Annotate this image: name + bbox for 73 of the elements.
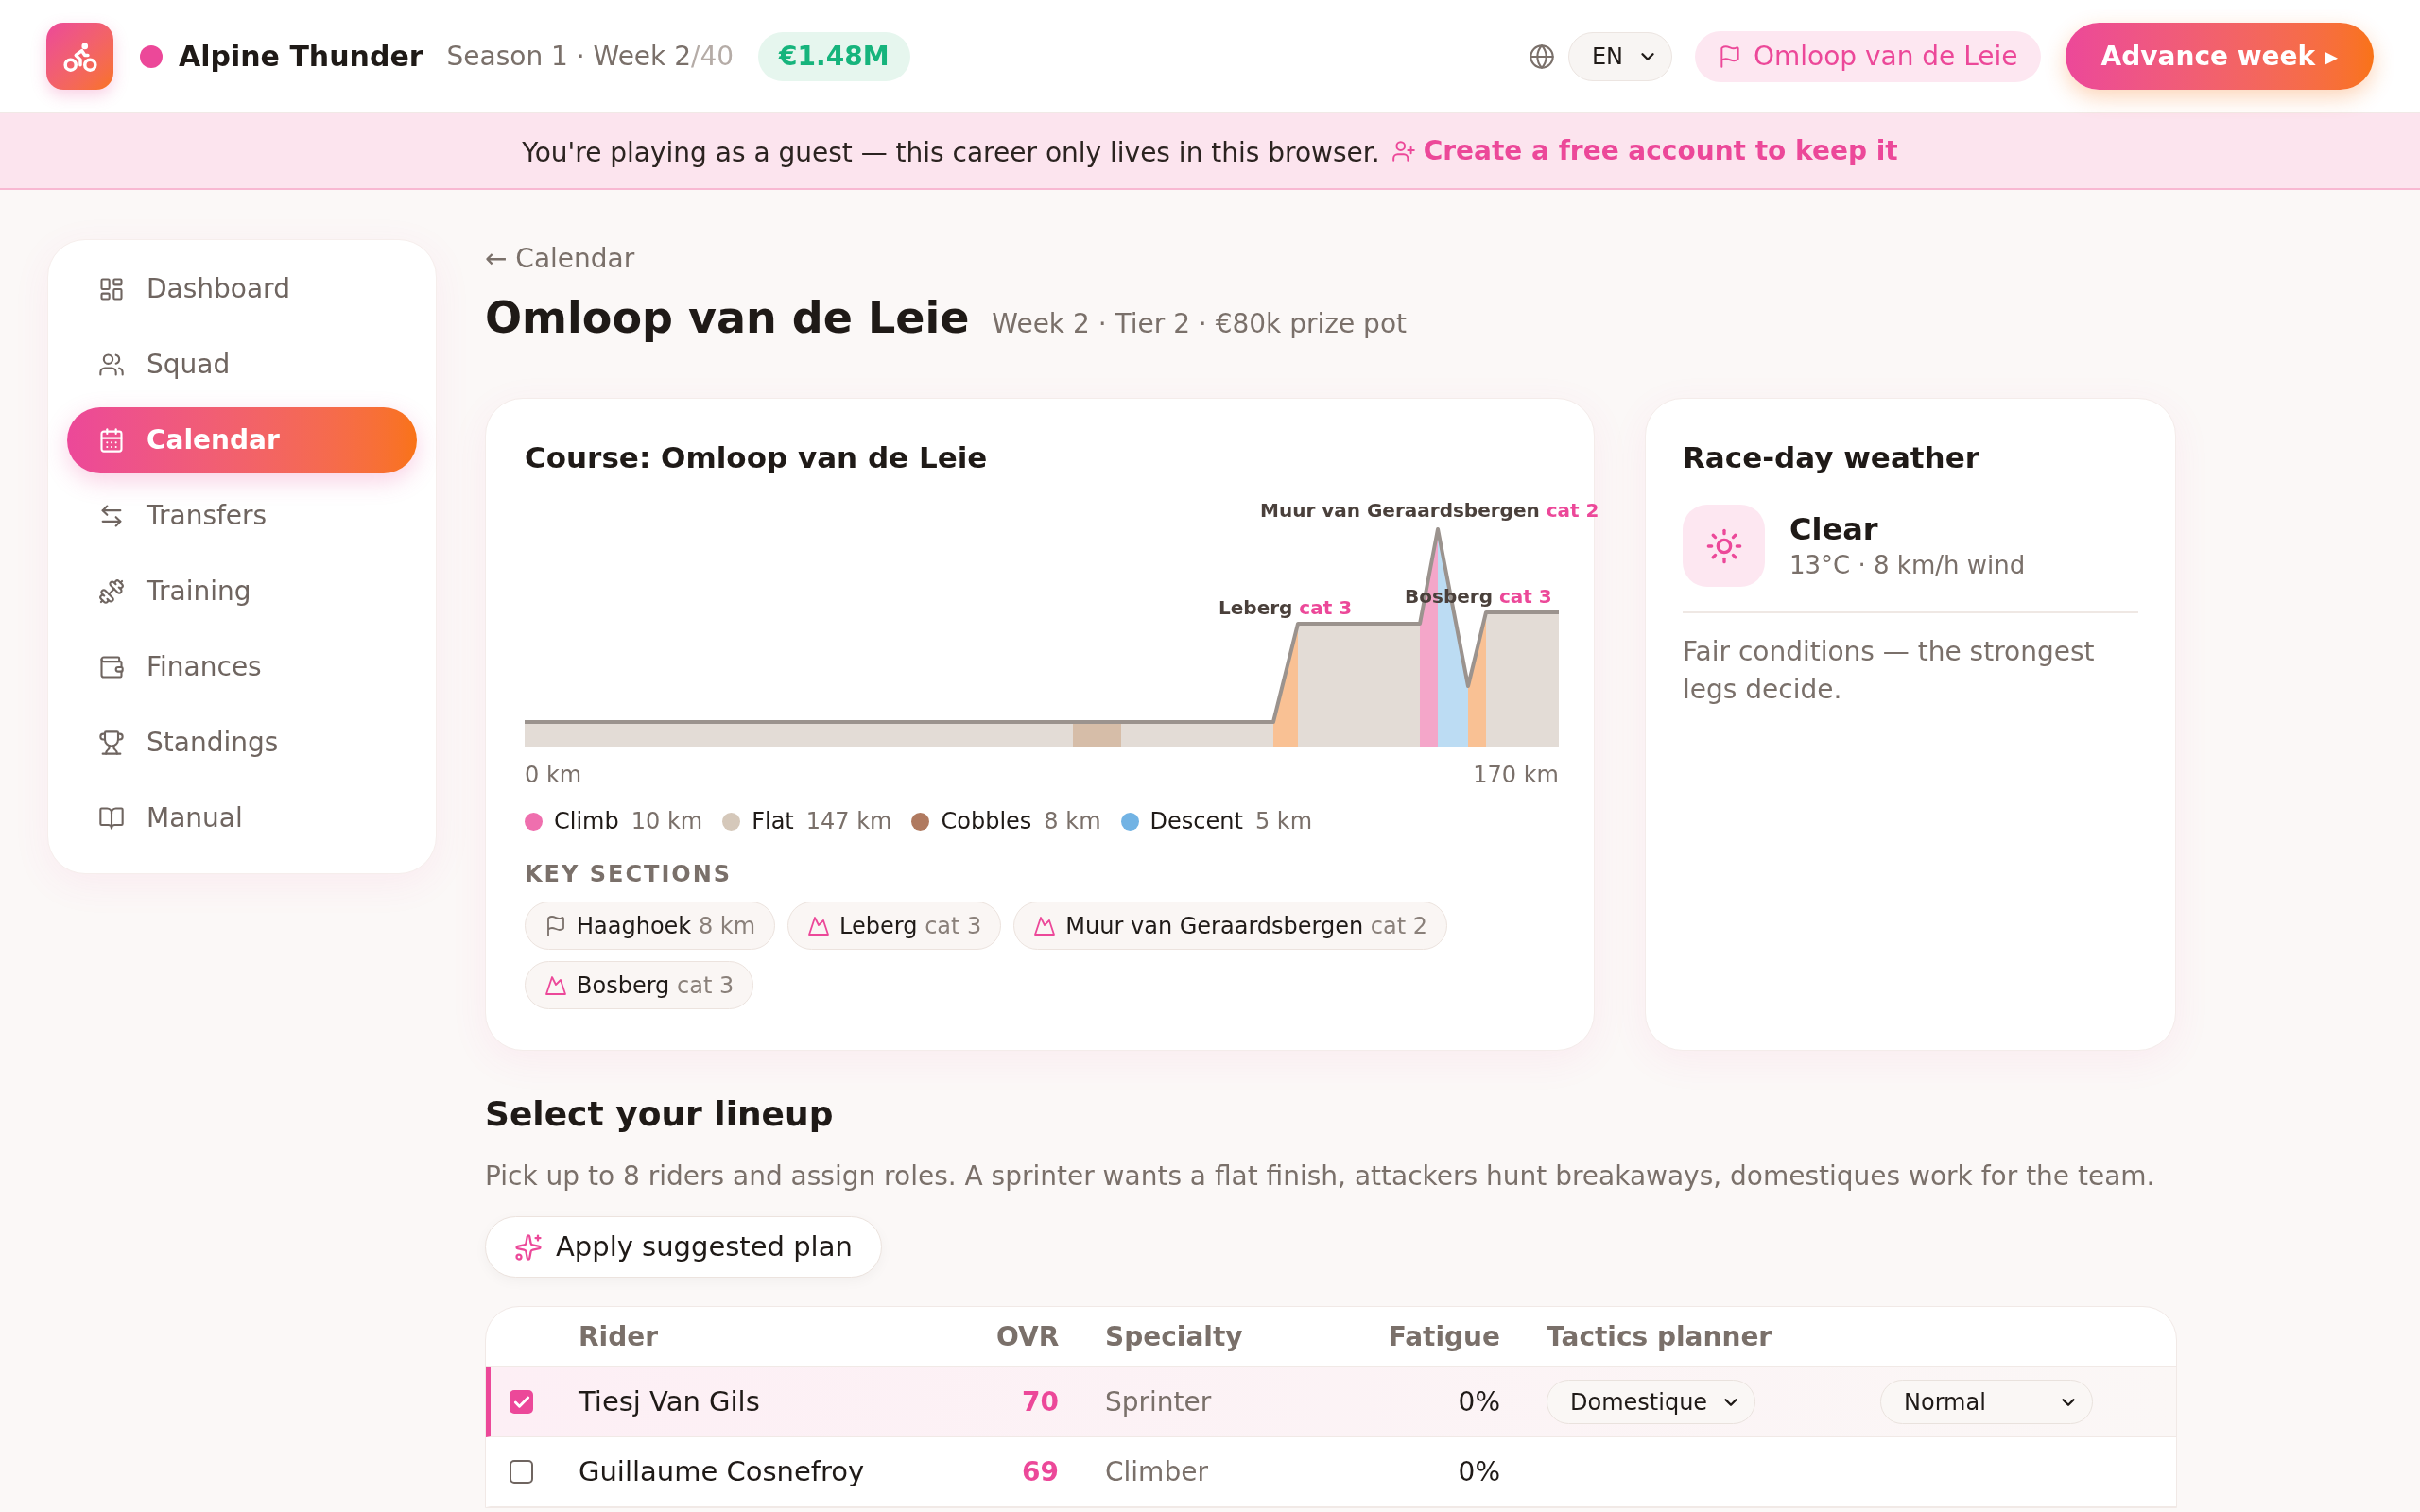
table-cell-text: 0% xyxy=(1457,1454,1500,1489)
mountain-icon xyxy=(807,914,831,937)
bike-logo-icon xyxy=(46,23,113,90)
card-title: Race-day weather xyxy=(1683,439,1980,476)
race-meta: Week 2 · Tier 2 · €80k prize pot xyxy=(992,307,1407,341)
mountain-icon xyxy=(544,973,567,997)
sidebar-item[interactable]: Squad xyxy=(67,332,417,398)
table-cell-text: Sprinter xyxy=(1104,1384,1213,1419)
race-button[interactable]: Omloop van de Leie xyxy=(1694,30,2041,82)
sidebar-item[interactable]: Calendar xyxy=(67,407,417,473)
section-title: Select your lineup xyxy=(485,1093,835,1135)
table-cell-text: Climber xyxy=(1104,1454,1209,1489)
sidebar-item[interactable]: Training xyxy=(67,558,417,625)
language-select[interactable]: EN xyxy=(1567,31,1672,81)
role-select[interactable]: Domestique xyxy=(1547,1380,1755,1424)
dashboard-icon xyxy=(98,276,125,302)
table-cell-text: 69 xyxy=(1021,1454,1059,1489)
legend-label: Flat 147 km xyxy=(752,807,892,836)
section-heading: KEY SECTIONS xyxy=(525,860,734,888)
sparkles-icon xyxy=(514,1232,543,1262)
legend-label: Cobbles 8 km xyxy=(941,807,1101,836)
section-label: Haaghoek 8 km xyxy=(577,911,756,941)
wallet-icon xyxy=(98,654,125,680)
calendar-icon xyxy=(98,427,125,454)
column-header: Fatigue xyxy=(1387,1319,1500,1354)
users-icon xyxy=(98,352,125,378)
weather-details: 13°C · 8 km/h wind xyxy=(1789,549,2026,581)
team-name: Alpine Thunder xyxy=(179,39,424,75)
user-plus-icon xyxy=(1391,138,1416,163)
column-header: Rider xyxy=(579,1319,659,1354)
legend-label: Climb 10 km xyxy=(554,807,703,836)
climb-label: Muur van Geraardsbergen cat 2 xyxy=(1260,499,1599,522)
balance-badge: €1.48M xyxy=(758,31,910,81)
section-label: Bosberg cat 3 xyxy=(577,971,735,1001)
weather-condition: Clear xyxy=(1789,509,1879,548)
table-cell-text: Guillaume Cosnefroy xyxy=(579,1453,866,1489)
sidebar-item[interactable]: Transfers xyxy=(67,483,417,549)
mountain-icon xyxy=(1033,914,1057,937)
back-link[interactable]: ← Calendar xyxy=(485,242,635,276)
sidebar-item[interactable]: Dashboard xyxy=(67,256,417,322)
axis-label: 170 km xyxy=(1473,761,1559,789)
weather-note: Fair conditions — the strongest legs decide. xyxy=(1683,635,2096,707)
effort-select[interactable]: Normal xyxy=(1880,1380,2093,1424)
column-header: Tactics planner xyxy=(1546,1319,1772,1354)
lineup-description: Pick up to 8 riders and assign roles. A sprinter wants a flat finish, attackers hunt breakaways, domestiques work for the team. xyxy=(485,1160,2156,1194)
page-title: Omloop van de Leie xyxy=(485,292,970,343)
flag-icon xyxy=(544,914,567,937)
checkbox[interactable] xyxy=(510,1460,533,1484)
table-cell-text: Tiesj Van Gils xyxy=(579,1383,761,1419)
dumbbell-icon xyxy=(98,578,125,605)
season-week-label: Season 1 · Week 2/40 xyxy=(446,39,735,74)
card-title: Course: Omloop van de Leie xyxy=(525,439,989,476)
section-label: Muur van Geraardsbergen cat 2 xyxy=(1065,911,1428,941)
table-cell-text: 70 xyxy=(1021,1384,1059,1419)
globe-icon xyxy=(1528,43,1555,70)
sun-icon xyxy=(1683,505,1765,587)
checkbox[interactable] xyxy=(510,1390,533,1414)
apply-plan-button[interactable]: Apply suggested plan xyxy=(485,1216,882,1278)
guest-message: You're playing as a guest — this career only lives in this browser. xyxy=(522,135,1380,170)
column-header: Specialty xyxy=(1104,1319,1244,1354)
sidebar-item[interactable]: Manual xyxy=(67,785,417,851)
axis-label: 0 km xyxy=(525,761,582,789)
advance-week-button[interactable]: Advance week ▸ xyxy=(2065,23,2374,90)
table-cell-text: 0% xyxy=(1457,1384,1500,1419)
climb-label: Leberg cat 3 xyxy=(1219,596,1353,619)
sidebar-item[interactable]: Finances xyxy=(67,634,417,700)
book-icon xyxy=(98,805,125,832)
trophy-icon xyxy=(98,730,125,756)
section-label: Leberg cat 3 xyxy=(839,911,982,941)
column-header: OVR xyxy=(996,1319,1059,1354)
legend-label: Descent 5 km xyxy=(1150,807,1313,836)
sidebar-item[interactable]: Standings xyxy=(67,710,417,776)
create-account-link[interactable]: Create a free account to keep it xyxy=(1391,130,1898,171)
